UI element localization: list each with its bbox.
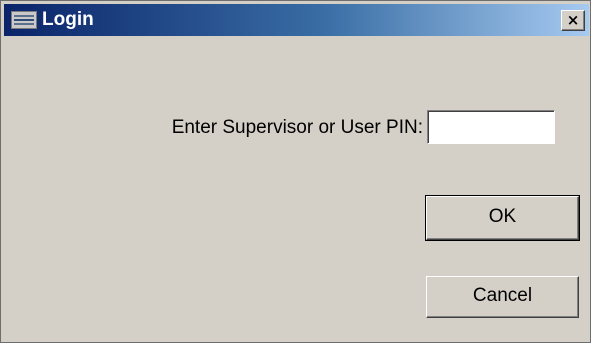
cancel-button[interactable]: Cancel [426, 276, 579, 318]
window-title: Login [42, 9, 94, 30]
title-bar[interactable]: Login × [4, 4, 589, 36]
ok-button[interactable]: OK [425, 195, 580, 241]
close-icon: × [566, 11, 580, 29]
login-dialog: Login × Enter Supervisor or User PIN: OK… [0, 0, 591, 343]
close-button[interactable]: × [561, 10, 585, 31]
pin-label: Enter Supervisor or User PIN: [171, 117, 423, 138]
app-icon [11, 11, 37, 29]
pin-input[interactable] [427, 110, 555, 144]
